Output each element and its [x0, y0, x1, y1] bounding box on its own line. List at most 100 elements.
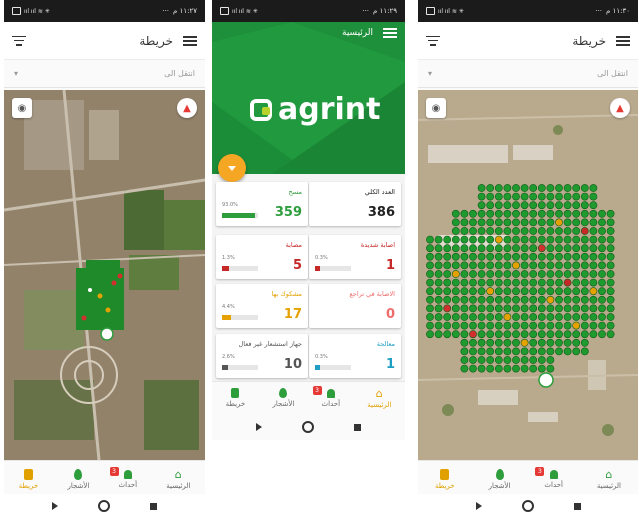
tree-marker[interactable] [503, 261, 512, 270]
tree-marker[interactable] [494, 218, 503, 227]
tree-marker[interactable] [503, 192, 512, 201]
tree-marker[interactable] [529, 227, 538, 235]
tree-marker[interactable] [477, 201, 486, 210]
tree-marker[interactable] [537, 201, 546, 210]
tree-marker[interactable] [460, 227, 469, 235]
tree-marker[interactable] [529, 347, 538, 356]
tree-marker[interactable] [486, 304, 495, 313]
tree-marker[interactable] [555, 244, 563, 253]
tree-marker[interactable] [537, 209, 546, 218]
nav-trees[interactable]: الأشجار [272, 388, 294, 408]
tree-marker[interactable] [529, 209, 538, 218]
tree-marker[interactable] [503, 364, 512, 373]
tree-marker[interactable] [434, 270, 443, 278]
tree-marker[interactable] [606, 235, 615, 244]
tree-marker[interactable] [443, 313, 452, 321]
tree-marker[interactable] [477, 321, 486, 330]
tree-marker[interactable] [546, 270, 555, 278]
tree-marker[interactable] [537, 184, 546, 192]
tree-marker[interactable] [589, 261, 598, 270]
tree-marker[interactable] [503, 278, 512, 287]
tree-marker[interactable] [477, 356, 486, 364]
tree-marker[interactable] [494, 235, 503, 244]
tree-marker[interactable] [546, 244, 555, 253]
tree-marker[interactable] [520, 347, 529, 356]
tree-marker[interactable] [598, 252, 606, 261]
nav-map[interactable]: خريطة [19, 468, 38, 490]
stat-card[interactable]: مصابة 5 1.3% [216, 235, 308, 279]
recents-icon[interactable] [573, 502, 581, 510]
nav-events[interactable]: 3 أحداث [535, 466, 563, 489]
tree-marker[interactable] [512, 364, 520, 373]
tree-marker[interactable] [563, 287, 572, 296]
stat-card[interactable]: مسح 359 93.0% [216, 182, 308, 226]
tree-marker[interactable] [572, 347, 581, 356]
tree-marker[interactable] [572, 278, 581, 287]
tree-marker[interactable] [589, 227, 598, 235]
tree-marker[interactable] [443, 244, 452, 253]
tree-marker[interactable] [537, 244, 546, 253]
tree-marker[interactable] [520, 235, 529, 244]
tree-marker[interactable] [520, 321, 529, 330]
tree-marker[interactable] [520, 244, 529, 253]
tree-marker[interactable] [606, 227, 615, 235]
tree-marker[interactable] [606, 252, 615, 261]
tree-marker[interactable] [572, 218, 581, 227]
dropdown-fab[interactable] [218, 154, 246, 182]
tree-marker[interactable] [451, 209, 460, 218]
tree-marker[interactable] [606, 209, 615, 218]
tree-marker[interactable] [546, 201, 555, 210]
tree-marker[interactable] [555, 201, 563, 210]
tree-marker[interactable] [563, 209, 572, 218]
tree-marker[interactable] [598, 321, 606, 330]
tree-marker[interactable] [460, 347, 469, 356]
tree-marker[interactable] [443, 235, 452, 244]
home-button-icon[interactable] [98, 500, 110, 512]
tree-marker[interactable] [520, 304, 529, 313]
tree-marker[interactable] [460, 235, 469, 244]
tree-marker[interactable] [537, 313, 546, 321]
tree-marker[interactable] [598, 261, 606, 270]
tree-marker[interactable] [460, 218, 469, 227]
tree-marker[interactable] [503, 218, 512, 227]
tree-marker[interactable] [494, 364, 503, 373]
tree-marker[interactable] [537, 252, 546, 261]
tree-marker[interactable] [512, 201, 520, 210]
stat-card[interactable]: مشكوك بها 17 4.4% [216, 284, 308, 328]
tree-marker[interactable] [469, 356, 477, 364]
tree-marker[interactable] [580, 261, 589, 270]
tree-marker[interactable] [589, 278, 598, 287]
menu-icon[interactable] [383, 28, 397, 38]
tree-marker[interactable] [555, 235, 563, 244]
tree-marker[interactable] [537, 330, 546, 339]
tree-marker[interactable] [563, 184, 572, 192]
tree-marker[interactable] [572, 184, 581, 192]
tree-marker[interactable] [529, 278, 538, 287]
tree-marker[interactable] [520, 295, 529, 304]
compass-button[interactable]: ▲ [177, 98, 197, 118]
tree-marker[interactable] [572, 321, 581, 330]
tree-marker[interactable] [598, 270, 606, 278]
tree-marker[interactable] [520, 227, 529, 235]
tree-marker[interactable] [606, 321, 615, 330]
tree-marker[interactable] [529, 252, 538, 261]
tree-marker[interactable] [512, 261, 520, 270]
tree-marker[interactable] [589, 218, 598, 227]
tree-marker[interactable] [451, 252, 460, 261]
tree-marker[interactable] [589, 244, 598, 253]
tree-marker[interactable] [460, 321, 469, 330]
tree-marker[interactable] [598, 218, 606, 227]
tree-marker[interactable] [529, 201, 538, 210]
tree-marker[interactable] [460, 330, 469, 339]
recents-icon[interactable] [354, 423, 361, 431]
tree-marker[interactable] [477, 295, 486, 304]
tree-marker[interactable] [529, 321, 538, 330]
tree-marker[interactable] [537, 227, 546, 235]
tree-marker[interactable] [563, 338, 572, 347]
tree-marker[interactable] [426, 321, 434, 330]
tree-marker[interactable] [580, 321, 589, 330]
tree-marker[interactable] [486, 330, 495, 339]
tree-marker[interactable] [546, 192, 555, 201]
tree-marker[interactable] [529, 235, 538, 244]
tree-marker[interactable] [520, 278, 529, 287]
